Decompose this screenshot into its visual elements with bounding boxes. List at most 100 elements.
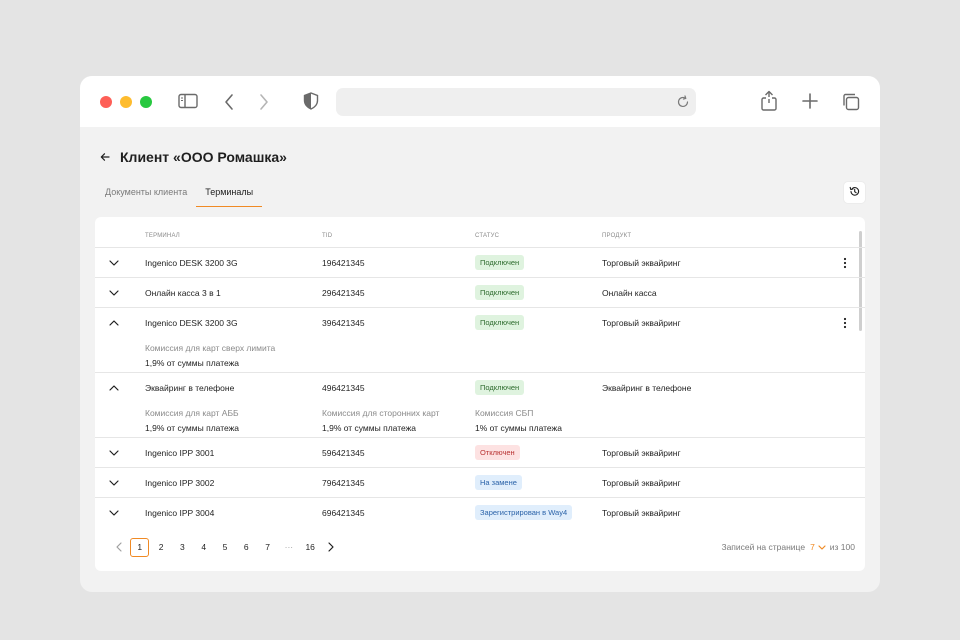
per-page-label: Записей на странице (721, 542, 806, 552)
arrow-left-icon[interactable] (100, 150, 114, 164)
terminal-name: Ingenico IPP 3004 (145, 508, 215, 518)
table-header: Терминал TID Статус Продукт (95, 217, 865, 248)
terminal-product: Торговый эквайринг (602, 258, 681, 268)
commission-detail: Комиссия для сторонних карт 1,9% от сумм… (322, 408, 439, 433)
page-button[interactable]: 7 (258, 538, 277, 557)
close-window-button[interactable] (100, 96, 112, 108)
table-row-expanded[interactable]: Ingenico DESK 3200 3G 396421345 Подключе… (95, 308, 865, 373)
terminal-name: Эквайринг в телефоне (145, 383, 235, 393)
chevron-up-icon[interactable] (108, 382, 120, 394)
back-nav-icon[interactable] (223, 93, 235, 111)
forward-nav-icon[interactable] (258, 93, 270, 111)
status-badge: Подключен (475, 255, 525, 270)
terminal-tid: 796421345 (322, 478, 365, 488)
chevron-down-icon[interactable] (108, 477, 120, 489)
commission-label: Комиссия для сторонних карт (322, 408, 440, 418)
page-title: Клиент «ООО Ромашка» (120, 149, 287, 165)
terminal-tid: 696421345 (322, 508, 365, 518)
browser-toolbar (80, 76, 880, 127)
commission-detail: Комиссия СБП 1% от суммы платежа (475, 408, 562, 433)
pagination: 1 2 3 4 5 6 7 ··· 16 (109, 537, 343, 557)
chevron-down-icon[interactable] (818, 544, 826, 550)
table-row-expanded[interactable]: Эквайринг в телефоне 496421345 Подключен… (95, 373, 865, 438)
reload-icon[interactable] (676, 95, 690, 114)
chevron-left-icon (115, 542, 122, 552)
status-badge: Отключен (475, 445, 520, 460)
shield-icon[interactable] (303, 92, 319, 110)
terminal-product: Торговый эквайринг (602, 478, 681, 488)
status-badge: На замене (475, 475, 522, 490)
page-button[interactable]: 3 (173, 538, 192, 557)
page-button[interactable]: 2 (152, 538, 171, 557)
terminal-tid: 296421345 (322, 288, 365, 298)
tab-terminals[interactable]: Терминалы (196, 180, 263, 207)
page-button[interactable]: 16 (301, 538, 320, 557)
commission-label: Комиссия для карт сверх лимита (145, 343, 276, 353)
address-bar[interactable] (336, 88, 696, 116)
commission-detail: Комиссия для карт сверх лимита 1,9% от с… (145, 343, 275, 368)
sidebar-toggle-icon[interactable] (178, 93, 198, 109)
terminal-name: Ingenico IPP 3002 (145, 478, 215, 488)
maximize-window-button[interactable] (140, 96, 152, 108)
terminal-name: Ingenico DESK 3200 3G (145, 318, 238, 328)
commission-detail: Комиссия для карт АББ 1,9% от суммы плат… (145, 408, 239, 433)
browser-window: Клиент «ООО Ромашка» Документы клиента Т… (80, 76, 880, 592)
commission-label: Комиссия СБП (475, 408, 534, 418)
chevron-right-icon (328, 542, 335, 552)
status-badge: Подключен (475, 315, 525, 330)
page-header: Клиент «ООО Ромашка» (100, 147, 287, 167)
page-button[interactable]: 4 (194, 538, 213, 557)
tab-client-documents[interactable]: Документы клиента (96, 180, 196, 207)
page-content: Клиент «ООО Ромашка» Документы клиента Т… (80, 127, 880, 592)
status-badge: Подключен (475, 380, 525, 395)
history-button[interactable] (844, 182, 865, 203)
commission-value: 1,9% от суммы платежа (145, 423, 240, 433)
prev-page-button[interactable] (109, 538, 128, 557)
terminal-name: Ingenico IPP 3001 (145, 448, 215, 458)
terminal-product: Эквайринг в телефоне (602, 383, 692, 393)
terminal-tid: 596421345 (322, 448, 365, 458)
column-header-product: Продукт (602, 233, 632, 239)
chevron-down-icon[interactable] (108, 447, 120, 459)
total-records: из 100 (829, 542, 855, 552)
history-icon (849, 184, 860, 202)
terminal-tid: 396421345 (322, 318, 365, 328)
commission-value: 1,9% от суммы платежа (322, 423, 417, 433)
commission-value: 1,9% от суммы платежа (145, 358, 240, 368)
terminal-name: Ingenico DESK 3200 3G (145, 258, 238, 268)
chevron-up-icon[interactable] (108, 317, 120, 329)
kebab-icon[interactable] (840, 316, 850, 330)
page-button[interactable]: 1 (130, 537, 150, 557)
commission-value: 1% от суммы платежа (475, 423, 562, 433)
terminals-table-card: Терминал TID Статус Продукт Ingenico DES… (95, 217, 865, 571)
terminal-product: Торговый эквайринг (602, 318, 681, 328)
terminal-product: Онлайн касса (602, 288, 657, 298)
column-header-status: Статус (475, 233, 500, 239)
terminal-tid: 496421345 (322, 383, 365, 393)
page-button[interactable]: 5 (215, 538, 234, 557)
chevron-down-icon[interactable] (108, 287, 120, 299)
tabs-overview-icon[interactable] (841, 92, 861, 112)
per-page-control: Записей на странице 7 из 100 (721, 542, 855, 552)
table-row[interactable]: Ingenico DESK 3200 3G 196421345 Подключе… (95, 248, 865, 278)
chevron-down-icon[interactable] (108, 257, 120, 269)
chevron-down-icon[interactable] (108, 507, 120, 519)
status-badge: Зарегистрирован в Way4 (475, 505, 573, 520)
page-button[interactable]: 6 (237, 538, 256, 557)
new-tab-icon[interactable] (801, 92, 819, 110)
table-row[interactable]: Ingenico IPP 3001 596421345 Отключен Тор… (95, 438, 865, 468)
tab-bar: Документы клиента Терминалы (96, 180, 263, 207)
table-row[interactable]: Онлайн касса 3 в 1 296421345 Подключен О… (95, 278, 865, 308)
kebab-icon[interactable] (840, 256, 850, 270)
commission-label: Комиссия для карт АББ (145, 408, 239, 418)
table-row[interactable]: Ingenico IPP 3004 696421345 Зарегистриро… (95, 498, 865, 528)
page-ellipsis[interactable]: ··· (279, 538, 298, 557)
share-icon[interactable] (760, 90, 778, 112)
terminal-product: Торговый эквайринг (602, 508, 681, 518)
table-row[interactable]: Ingenico IPP 3002 796421345 На замене То… (95, 468, 865, 498)
minimize-window-button[interactable] (120, 96, 132, 108)
per-page-select[interactable]: 7 (810, 542, 815, 552)
terminal-name: Онлайн касса 3 в 1 (145, 288, 221, 298)
next-page-button[interactable] (322, 538, 341, 557)
column-header-terminal: Терминал (145, 233, 180, 239)
